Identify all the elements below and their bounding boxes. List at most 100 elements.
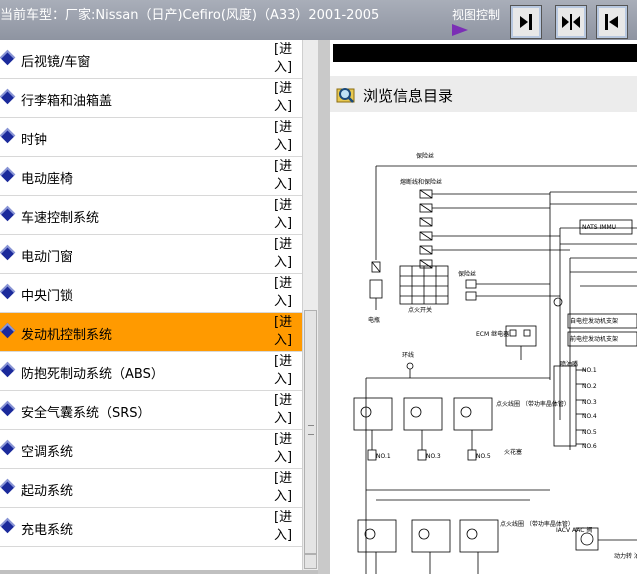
no-label-5: NO.5 <box>582 429 597 436</box>
system-name: 发动机控制系统 <box>21 328 113 343</box>
blue-diamond-icon <box>0 322 16 339</box>
blue-diamond-icon <box>0 205 16 222</box>
blue-diamond-icon <box>0 88 16 105</box>
engine-mount2-label: 前电控发动机支架 <box>570 335 618 343</box>
ecm-relay-label: ECM 继电器 <box>476 330 509 338</box>
no-label-3: NO.3 <box>582 399 597 406</box>
system-name: 安全气囊系统（SRS） <box>21 406 151 421</box>
enter-link[interactable]: [进入] <box>274 314 296 350</box>
content-panel: 浏览信息目录 保险丝 熔断线和保险丝 NATS IMMU 电瓶 点火开关 保险丝… <box>330 40 637 574</box>
no-label-1: NO.1 <box>582 367 597 374</box>
enter-link[interactable]: [进入] <box>274 236 296 272</box>
system-list-item[interactable]: 行李箱和油箱盖 [进入] <box>0 79 302 118</box>
enter-link[interactable]: [进入] <box>274 431 296 467</box>
enter-link[interactable]: [进入] <box>274 197 296 233</box>
plug-label-3: NO.3 <box>426 453 441 460</box>
ignition-switch-label: 点火开关 <box>408 306 432 314</box>
engine-mount1-label: 自电控发动机支架 <box>570 317 618 325</box>
enter-link[interactable]: [进入] <box>274 158 296 194</box>
collapse-right-button[interactable] <box>596 5 628 39</box>
magnifier-folder-icon <box>336 88 355 103</box>
list-scrollbar[interactable] <box>302 40 318 570</box>
enter-link[interactable]: [进入] <box>274 509 296 545</box>
system-name: 车速控制系统 <box>21 211 100 226</box>
fuse-stack <box>419 189 570 269</box>
blue-diamond-icon <box>0 517 16 534</box>
blue-diamond-icon <box>0 244 16 261</box>
blue-diamond-icon <box>0 283 16 300</box>
no-label-6: NO.6 <box>582 443 597 450</box>
scrollbar-thumb[interactable] <box>304 310 317 554</box>
enter-link[interactable]: [进入] <box>274 119 296 155</box>
browse-title: 浏览信息目录 <box>363 87 454 105</box>
no-label-4: NO.4 <box>582 413 597 420</box>
battery-label: 电瓶 <box>368 316 380 324</box>
system-list-item[interactable]: 防抱死制动系统（ABS） [进入] <box>0 352 302 391</box>
ignition-coil-label: 点火线圈 （带功率晶体管） <box>496 400 570 408</box>
enter-link[interactable]: [进入] <box>274 470 296 506</box>
vehicle-info: 当前车型：厂家:Nissan（日产)Cefiro(风度)（A33）2001-20… <box>0 8 380 23</box>
browse-header: 浏览信息目录 <box>330 76 637 112</box>
enter-link[interactable]: [进入] <box>274 353 296 389</box>
no-label-2: NO.2 <box>582 383 597 390</box>
system-name: 时钟 <box>21 133 48 148</box>
split-view-button[interactable] <box>555 5 587 39</box>
ignition-switch-grid <box>399 265 449 305</box>
fuse-label: 保险丝 <box>416 152 434 160</box>
scroll-down-button[interactable] <box>304 554 317 569</box>
status-strip <box>0 570 318 574</box>
system-list-item[interactable]: 充电系统 [进入] <box>0 508 302 547</box>
content-top-bar <box>333 44 637 62</box>
view-control-label: 视图控制 <box>452 8 501 22</box>
ignition-coils-row2 <box>357 519 499 574</box>
system-name: 空调系统 <box>21 445 74 460</box>
system-name: 后视镜/车窗 <box>21 55 91 70</box>
system-list-item[interactable]: 电动座椅 [进入] <box>0 157 302 196</box>
enter-link[interactable]: [进入] <box>274 275 296 311</box>
system-list-panel: 后视镜/车窗 [进入] 行李箱和油箱盖 [进入] 时钟 [进入] 电动座椅 [进入] 车速控制系… <box>0 40 318 570</box>
blue-diamond-icon <box>0 400 16 417</box>
system-name: 防抱死制动系统（ABS） <box>21 367 164 382</box>
fuse2-label: 保险丝 <box>458 270 476 278</box>
system-name: 行李箱和油箱盖 <box>21 94 113 109</box>
enter-link[interactable]: [进入] <box>274 80 296 116</box>
wiring-diagram: 保险丝 熔断线和保险丝 NATS IMMU 电瓶 点火开关 保险丝 自电控发动机… <box>353 152 637 574</box>
system-name: 电动门窗 <box>21 250 74 265</box>
top-toolbar: 当前车型：厂家:Nissan（日产)Cefiro(风度)（A33）2001-20… <box>0 0 637 40</box>
plug-label-5: NO.5 <box>476 453 491 460</box>
panel-splitter[interactable] <box>318 40 330 574</box>
power-steering-label: 动力转 油压开 <box>614 552 637 560</box>
system-list-item[interactable]: 车速控制系统 [进入] <box>0 196 302 235</box>
blue-diamond-icon <box>0 166 16 183</box>
system-list-item[interactable]: 安全气囊系统（SRS） [进入] <box>0 391 302 430</box>
collapse-right-icon <box>605 14 618 30</box>
blue-diamond-icon <box>0 361 16 378</box>
enter-link[interactable]: [进入] <box>274 392 296 428</box>
system-list-item[interactable]: 后视镜/车窗 [进入] <box>0 40 302 79</box>
blue-diamond-icon <box>0 439 16 456</box>
play-triangle-icon[interactable] <box>452 24 468 36</box>
blue-diamond-icon <box>0 478 16 495</box>
system-name: 起动系统 <box>21 484 74 499</box>
fusible-link-label: 熔断线和保险丝 <box>400 178 442 186</box>
system-name: 充电系统 <box>21 523 74 538</box>
system-name: 电动座椅 <box>21 172 74 187</box>
ring-label: 环线 <box>402 351 414 359</box>
system-list-item[interactable]: 起动系统 [进入] <box>0 469 302 508</box>
enter-link[interactable]: [进入] <box>274 41 296 77</box>
collapse-left-icon <box>520 14 532 30</box>
grip-icon <box>308 425 314 435</box>
system-list-item[interactable]: 空调系统 [进入] <box>0 430 302 469</box>
plug-label-1: NO.1 <box>376 453 391 460</box>
system-list-item[interactable]: 时钟 [进入] <box>0 118 302 157</box>
blue-diamond-icon <box>0 49 16 66</box>
collapse-left-button[interactable] <box>510 5 542 39</box>
ignition-coils-row1 <box>353 397 493 461</box>
system-name: 中央门锁 <box>21 289 74 304</box>
system-list-item[interactable]: 电动门窗 [进入] <box>0 235 302 274</box>
injectors-label: 喷油嘴 <box>560 360 578 368</box>
system-list-item[interactable]: 中央门锁 [进入] <box>0 274 302 313</box>
nats-label: NATS IMMU <box>582 224 616 231</box>
blue-diamond-icon <box>0 127 16 144</box>
system-list-item[interactable]: 发动机控制系统 [进入] <box>0 313 302 352</box>
